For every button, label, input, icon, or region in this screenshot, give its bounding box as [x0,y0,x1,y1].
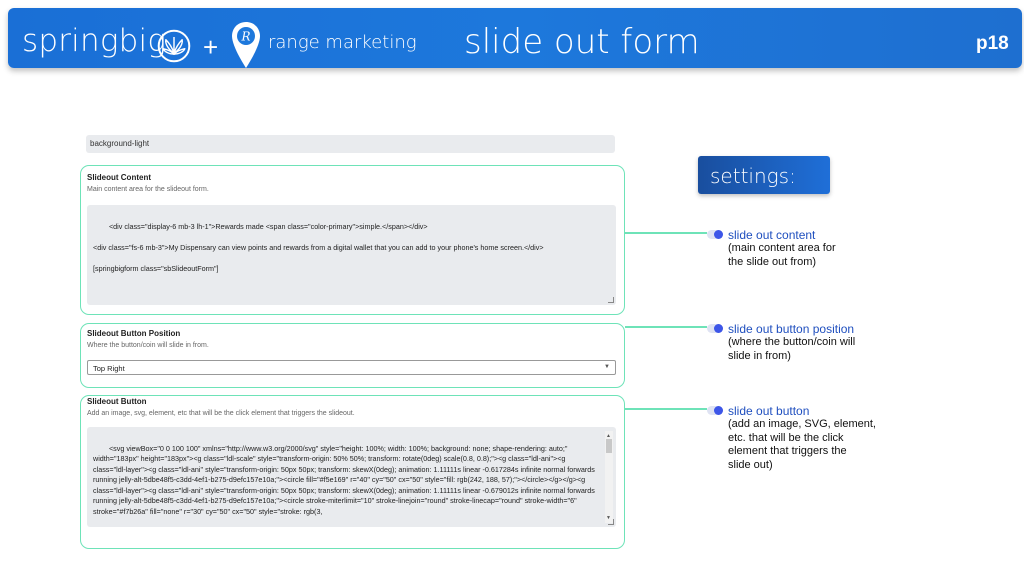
slideout-content-label: Slideout Content [87,173,151,182]
background-field[interactable]: background-light [86,135,615,153]
slideout-position-selected: Top Right [93,364,125,373]
toggle-icon [707,324,723,333]
toggle-icon [707,230,723,239]
svg-text:R: R [240,30,250,44]
connector-line [625,326,707,328]
note-title: slide out button position [728,322,855,336]
slideout-content-value: <div class="display-6 mb-3 lh-1">Rewards… [93,221,544,273]
slideout-position-group: Slideout Button Position Where the butto… [80,323,625,388]
scrollbar-thumb[interactable] [606,439,612,453]
connector-line [625,232,707,234]
note-description: (where the button/coin will slide in fro… [728,336,856,362]
page-title: slide out form [464,22,700,62]
location-pin-icon: R [232,22,260,68]
resize-handle-icon[interactable] [608,297,614,303]
settings-form-panel: background-light Slideout Content Main c… [80,126,625,549]
textarea-scrollbar[interactable]: ▲ ▼ [605,431,613,523]
slideout-position-description: Where the button/coin will slide in from… [87,342,209,349]
slideout-button-label: Slideout Button [87,397,147,406]
slideout-button-description: Add an image, svg, element, etc that wil… [87,410,355,417]
slideout-content-textarea[interactable]: <div class="display-6 mb-3 lh-1">Rewards… [87,205,616,305]
chevron-down-icon: ▼ [604,364,610,370]
resize-handle-icon[interactable] [608,519,614,525]
plus-sign: + [203,32,219,62]
connector-line [625,408,707,410]
slideout-position-select[interactable]: Top Right ▼ [87,360,616,375]
range-marketing-logo-text: range marketing [268,32,417,53]
slideout-content-group: Slideout Content Main content area for t… [80,165,625,315]
toggle-icon [707,406,723,415]
slideout-position-label: Slideout Button Position [87,329,181,338]
header-banner: springbig + R range marketing slide out … [8,8,1022,68]
note-description: (add an image, SVG, element, etc. that w… [728,418,876,471]
slideout-button-group: Slideout Button Add an image, svg, eleme… [80,395,625,549]
note-title: slide out content [728,228,816,242]
note-description: (main content area for the slide out fro… [728,242,836,268]
slide-page: springbig + R range marketing slide out … [0,0,1024,577]
note-title: slide out button [728,404,810,418]
slideout-content-description: Main content area for the slideout form. [87,186,209,193]
page-number: p18 [976,33,1009,54]
slideout-button-textarea[interactable]: <svg viewBox="0 0 100 100" xmlns="http:/… [87,427,616,527]
cannabis-leaf-icon [157,29,191,63]
springbig-logo-text: springbig [22,23,167,59]
settings-badge: settings: [698,156,830,194]
slideout-button-value: <svg viewBox="0 0 100 100" xmlns="http:/… [93,443,597,516]
